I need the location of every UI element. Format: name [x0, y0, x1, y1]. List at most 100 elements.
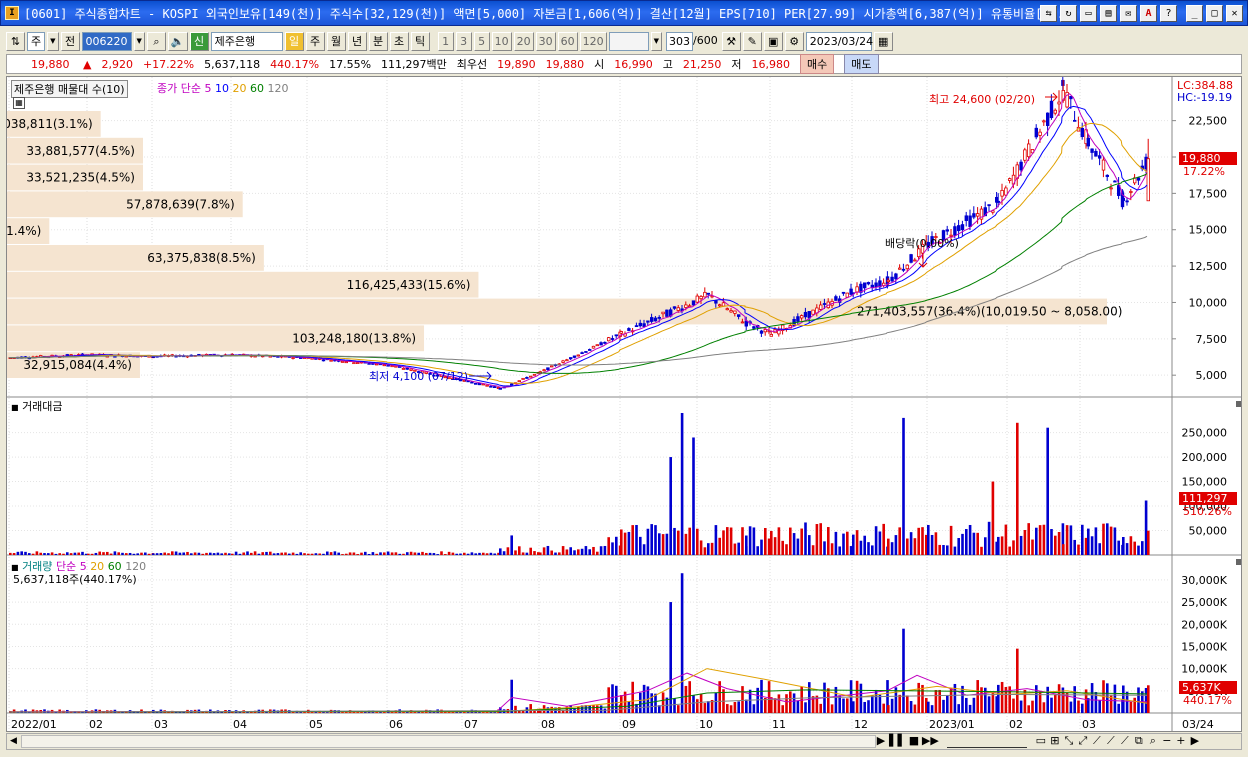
amount-bar — [1094, 527, 1098, 555]
scroll-thumb[interactable] — [21, 735, 876, 748]
slash2-icon[interactable]: ⟋ — [1105, 734, 1117, 748]
draw-icon[interactable]: ✎ — [742, 31, 762, 51]
copy-icon[interactable]: ⧉ — [1133, 734, 1145, 748]
speaker-icon[interactable]: 🔈 — [167, 31, 188, 51]
sell-button[interactable]: 매도 — [844, 54, 879, 74]
close-button[interactable]: ✕ — [1226, 5, 1243, 22]
tab-week[interactable]: 주 — [305, 31, 325, 51]
tab-year[interactable]: 년 — [347, 31, 367, 51]
print-icon[interactable]: ▤ — [1100, 5, 1117, 22]
scroll-left-icon[interactable]: ◀ — [7, 735, 20, 748]
y-tick-label: 12,500 — [1189, 260, 1228, 273]
speed-slider[interactable] — [946, 734, 1027, 748]
table-icon[interactable]: ▦ — [13, 97, 25, 109]
stop-icon[interactable]: ■ — [908, 734, 920, 748]
amount-bar — [144, 552, 147, 555]
amount-bar — [345, 553, 348, 555]
price-candle — [584, 351, 588, 353]
mail-icon[interactable]: ✉ — [1120, 5, 1137, 22]
amount-bar — [421, 551, 424, 555]
price-candle — [890, 276, 894, 282]
volume-bar — [871, 695, 874, 713]
volume-bar — [692, 695, 695, 713]
amount-bar — [383, 552, 386, 555]
price-candle — [614, 334, 618, 337]
stock-chart[interactable]: 2022/01 02 03 04 05 06 07 08 09 10 11 12 2023/01 02 03… — [7, 77, 1242, 732]
amount-bar — [1137, 545, 1140, 555]
price-candle — [1105, 174, 1109, 177]
settings-icon[interactable]: ⚙ — [784, 31, 804, 51]
slash3-icon[interactable]: ⟋ — [1119, 734, 1131, 748]
refresh-icon[interactable]: ↻ — [1060, 5, 1077, 22]
font-icon[interactable]: A — [1140, 5, 1157, 22]
fast-forward-icon[interactable]: ▶▶ — [922, 734, 939, 748]
high-label: 고 — [662, 58, 673, 71]
custom-interval-input[interactable] — [608, 31, 649, 51]
save-icon[interactable]: ▣ — [763, 31, 783, 51]
volume-bar — [688, 681, 691, 713]
amount-bar — [1102, 523, 1105, 555]
amount-bar — [680, 413, 684, 555]
tab-month[interactable]: 월 — [326, 31, 346, 51]
price-candle — [968, 215, 972, 227]
slash1-icon[interactable]: ⟋ — [1091, 734, 1103, 748]
market-select[interactable]: 주 — [27, 31, 46, 51]
chart-type-icon[interactable]: ⇅ — [6, 31, 25, 51]
interval-10[interactable]: 10 — [491, 31, 512, 51]
x-tick-label: 11 — [772, 718, 786, 731]
link-icon[interactable]: ⇆ — [1040, 5, 1057, 22]
buy-button[interactable]: 매수 — [800, 54, 835, 74]
volume-bar — [661, 692, 665, 713]
align-icon[interactable]: ⤢ — [1077, 734, 1089, 748]
amount-bar — [976, 532, 979, 555]
zoom-out-icon[interactable]: ▭ — [1035, 734, 1047, 748]
price-candle — [763, 329, 767, 333]
mode-button[interactable]: 전 — [60, 31, 80, 51]
calendar-icon[interactable]: ▦ — [873, 31, 893, 51]
minus-icon[interactable]: − — [1161, 734, 1173, 748]
interval-30[interactable]: 30 — [535, 31, 556, 51]
chart-area[interactable]: 2022/01 02 03 04 05 06 07 08 09 10 11 12 2023/01 02 03… — [6, 76, 1242, 732]
interval-20[interactable]: 20 — [513, 31, 534, 51]
tab-second[interactable]: 초 — [389, 31, 409, 51]
amount-bar — [152, 553, 155, 555]
price-candle — [905, 264, 909, 270]
stock-code-input[interactable]: 006220 — [81, 31, 132, 51]
help-icon[interactable]: ? — [1160, 5, 1177, 22]
amount-bar — [228, 553, 231, 555]
maximize-button[interactable]: □ — [1206, 5, 1223, 22]
fit-icon[interactable]: ⊞ — [1049, 734, 1061, 748]
volume-bar — [934, 690, 938, 713]
amount-bar — [482, 552, 485, 555]
price-candle — [695, 295, 699, 303]
tab-tick[interactable]: 틱 — [410, 31, 430, 51]
date-input[interactable]: 2023/03/24 — [805, 31, 873, 51]
interval-60[interactable]: 60 — [557, 31, 578, 51]
tab-day[interactable]: 일 — [284, 31, 304, 51]
interval-dropdown-icon[interactable]: ▼ — [650, 31, 662, 51]
chart-scrollbar[interactable]: ◀ ▶ ▌▌ ■ ▶▶ ▭ ⊞ ⤡ ⤢ ⟋ ⟋ ⟋ ⧉ ⌕ − + ▶ — [6, 733, 1242, 750]
window-icon[interactable]: ▭ — [1080, 5, 1097, 22]
minimize-button[interactable]: _ — [1186, 5, 1203, 22]
marker-icon[interactable]: ⤡ — [1063, 734, 1075, 748]
interval-1[interactable]: 1 — [437, 31, 454, 51]
interval-3[interactable]: 3 — [455, 31, 472, 51]
tab-minute[interactable]: 분 — [368, 31, 388, 51]
vma5-line — [8, 672, 1148, 713]
search-icon[interactable]: ⌕ — [1147, 734, 1159, 748]
play-icon[interactable]: ▶ — [875, 734, 887, 748]
count-input[interactable]: 303 — [666, 31, 693, 51]
interval-5[interactable]: 5 — [473, 31, 490, 51]
plus-icon[interactable]: + — [1175, 734, 1187, 748]
search-icon[interactable]: ⌕ — [146, 31, 166, 51]
tools-icon[interactable]: ⚒ — [721, 31, 741, 51]
scroll-right-icon[interactable]: ▶ — [1189, 734, 1201, 748]
amount-bar — [348, 552, 352, 555]
code-dropdown-icon[interactable]: ▼ — [133, 31, 145, 51]
profile-label[interactable]: 제주은행 매물대 수(10) — [11, 80, 128, 98]
chevron-down-icon[interactable]: ▼ — [47, 31, 59, 51]
y-tick-label: 15,000K — [1181, 640, 1227, 653]
pause-icon[interactable]: ▌▌ — [889, 734, 906, 748]
interval-120[interactable]: 120 — [579, 31, 607, 51]
amount-bar — [1065, 525, 1069, 555]
